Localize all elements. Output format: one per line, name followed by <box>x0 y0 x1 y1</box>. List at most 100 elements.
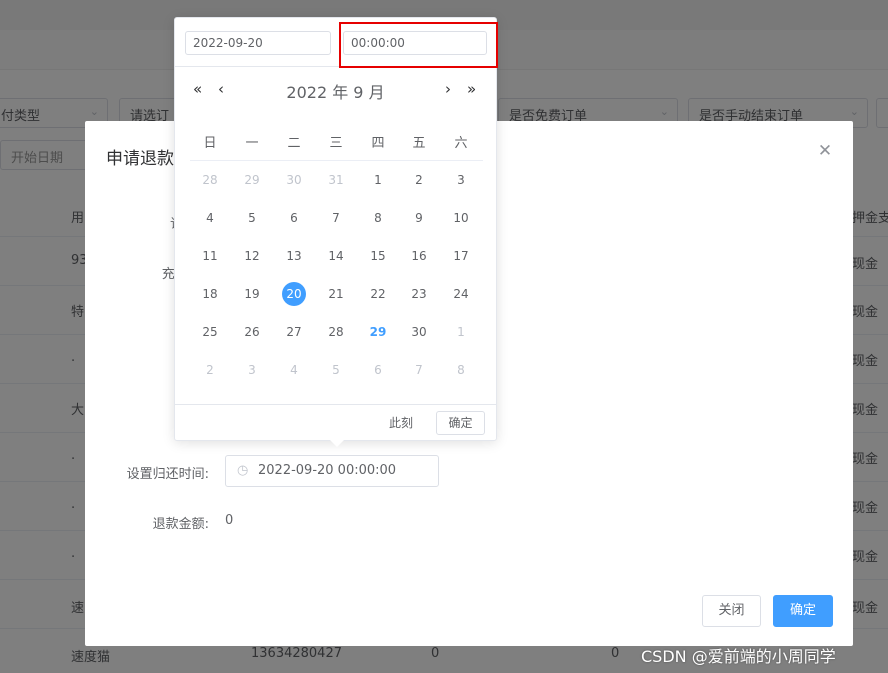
day-cell[interactable]: 4 <box>273 351 315 389</box>
day-cell[interactable]: 8 <box>440 351 482 389</box>
day-number: 18 <box>202 287 218 301</box>
prev-year-icon[interactable]: « <box>193 80 202 98</box>
form-label-return-time: 设置归还时间: <box>126 467 209 482</box>
day-number: 12 <box>244 249 260 263</box>
day-number: 15 <box>370 249 386 263</box>
day-number: 3 <box>457 173 465 187</box>
day-number: 5 <box>332 363 340 377</box>
day-cell[interactable]: 7 <box>315 199 357 237</box>
prev-month-icon[interactable]: ‹ <box>218 80 224 98</box>
day-number: 1 <box>457 325 465 339</box>
day-cell[interactable]: 18 <box>189 275 231 313</box>
day-number: 28 <box>328 325 344 339</box>
day-cell[interactable]: 4 <box>189 199 231 237</box>
day-number: 10 <box>453 211 469 225</box>
day-cell[interactable]: 6 <box>357 351 399 389</box>
day-cell[interactable]: 26 <box>231 313 273 351</box>
day-cell[interactable]: 23 <box>398 275 440 313</box>
day-number: 19 <box>244 287 260 301</box>
day-number: 13 <box>286 249 302 263</box>
day-number: 28 <box>202 173 218 187</box>
divider <box>175 404 496 405</box>
day-cell[interactable]: 25 <box>189 313 231 351</box>
day-cell[interactable]: 22 <box>357 275 399 313</box>
day-number: 7 <box>332 211 340 225</box>
day-cell[interactable]: 3 <box>440 161 482 199</box>
day-cell[interactable]: 24 <box>440 275 482 313</box>
day-cell[interactable]: 19 <box>231 275 273 313</box>
day-cell[interactable]: 28 <box>315 313 357 351</box>
day-cell[interactable]: 5 <box>231 199 273 237</box>
day-number: 17 <box>453 249 469 263</box>
day-cell[interactable]: 11 <box>189 237 231 275</box>
day-cell[interactable]: 7 <box>398 351 440 389</box>
day-cell[interactable]: 10 <box>440 199 482 237</box>
day-cell[interactable]: 15 <box>357 237 399 275</box>
clock-icon: ◷ <box>237 463 249 478</box>
day-number: 8 <box>457 363 465 377</box>
day-cell[interactable]: 9 <box>398 199 440 237</box>
day-cell[interactable]: 21 <box>315 275 357 313</box>
day-number: 29 <box>369 325 387 339</box>
day-number: 24 <box>453 287 469 301</box>
day-number: 7 <box>415 363 423 377</box>
day-cell[interactable]: 17 <box>440 237 482 275</box>
day-cell[interactable]: 13 <box>273 237 315 275</box>
day-cell[interactable]: 12 <box>231 237 273 275</box>
day-cell[interactable]: 2 <box>398 161 440 199</box>
picker-arrow <box>330 440 344 447</box>
close-button[interactable]: 关闭 <box>702 595 761 627</box>
day-cell[interactable]: 5 <box>315 351 357 389</box>
day-cell[interactable]: 14 <box>315 237 357 275</box>
day-number: 14 <box>328 249 344 263</box>
day-number: 30 <box>286 173 302 187</box>
day-cell[interactable]: 3 <box>231 351 273 389</box>
day-number: 2 <box>415 173 423 187</box>
weekday-header: 四 <box>371 136 385 151</box>
watermark: CSDN @爱前端的小周同学 <box>641 647 836 666</box>
day-cell[interactable]: 30 <box>273 161 315 199</box>
day-number: 20 <box>282 282 306 306</box>
weekday-header: 三 <box>329 136 343 151</box>
day-number: 31 <box>328 173 344 187</box>
datetime-picker: 2022-09-20 00:00:00 2022 年 9 月 « ‹ › » 日… <box>174 17 498 441</box>
next-month-icon[interactable]: › <box>445 80 451 98</box>
day-cell[interactable]: 6 <box>273 199 315 237</box>
day-number: 25 <box>202 325 218 339</box>
time-input-highlight <box>339 22 498 68</box>
day-number: 4 <box>206 211 214 225</box>
day-number: 11 <box>202 249 218 263</box>
day-cell[interactable]: 16 <box>398 237 440 275</box>
day-number: 21 <box>328 287 344 301</box>
day-cell[interactable]: 1 <box>357 161 399 199</box>
day-cell[interactable]: 31 <box>315 161 357 199</box>
day-cell[interactable]: 29 <box>231 161 273 199</box>
close-icon[interactable]: ✕ <box>817 143 833 160</box>
day-cell[interactable]: 30 <box>398 313 440 351</box>
day-cell[interactable]: 8 <box>357 199 399 237</box>
form-label-refund: 退款金额: <box>152 517 209 532</box>
day-cell-selected[interactable]: 20 <box>273 275 315 313</box>
weekday-header: 日 <box>203 136 217 151</box>
day-number: 30 <box>411 325 427 339</box>
day-cell[interactable]: 1 <box>440 313 482 351</box>
return-time-input[interactable]: ◷ 2022-09-20 00:00:00 <box>225 455 439 487</box>
picker-confirm-button[interactable]: 确定 <box>436 411 485 435</box>
picker-date-input[interactable]: 2022-09-20 <box>185 31 331 55</box>
confirm-button[interactable]: 确定 <box>773 595 833 627</box>
weekday-header: 六 <box>454 136 468 151</box>
day-number: 26 <box>244 325 260 339</box>
day-cell-today[interactable]: 29 <box>357 313 399 351</box>
day-number: 23 <box>411 287 427 301</box>
day-cell[interactable]: 28 <box>189 161 231 199</box>
day-cell[interactable]: 27 <box>273 313 315 351</box>
now-button[interactable]: 此刻 <box>389 414 413 431</box>
day-number: 1 <box>374 173 382 187</box>
day-number: 6 <box>374 363 382 377</box>
next-year-icon[interactable]: » <box>467 80 476 98</box>
refund-amount: 0 <box>225 513 234 528</box>
day-number: 6 <box>290 211 298 225</box>
day-number: 3 <box>248 363 256 377</box>
day-number: 4 <box>290 363 298 377</box>
day-cell[interactable]: 2 <box>189 351 231 389</box>
